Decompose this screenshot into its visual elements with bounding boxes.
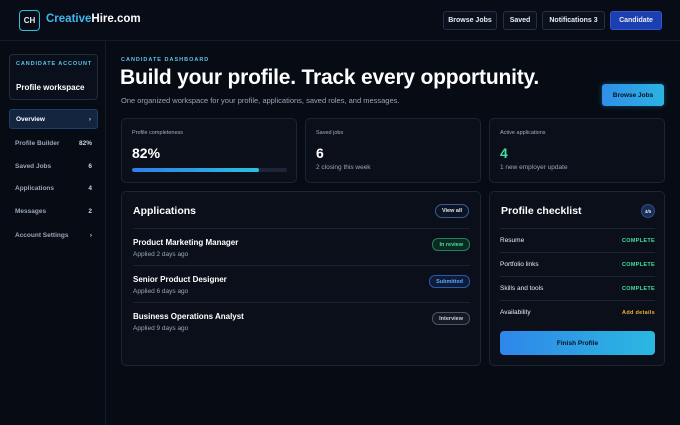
- checklist-label: Portfolio links: [500, 261, 539, 268]
- nav-browse-jobs-button[interactable]: Browse Jobs: [443, 11, 497, 30]
- stat-subtext: 1 new employer update: [500, 164, 568, 171]
- logo-icon[interactable]: CH: [19, 10, 40, 31]
- browse-jobs-button[interactable]: Browse Jobs: [602, 84, 664, 106]
- checklist-status: COMPLETE: [622, 261, 655, 268]
- checklist-item-availability[interactable]: Availability Add details: [500, 300, 655, 324]
- stat-label: Active applications: [500, 130, 546, 136]
- application-date: Applied 6 days ago: [133, 288, 189, 295]
- application-row[interactable]: Product Marketing Manager Applied 2 days…: [133, 228, 470, 265]
- checklist-status: COMPLETE: [622, 285, 655, 292]
- checklist-label: Skills and tools: [500, 285, 544, 292]
- stat-label: Profile completeness: [132, 130, 184, 136]
- sidebar-item-label: Messages: [15, 207, 47, 215]
- sidebar-item-account-settings[interactable]: Account Settings ›: [9, 225, 98, 245]
- stat-value: 4: [500, 145, 508, 161]
- progress-fill: [132, 168, 260, 172]
- brand-part-1: Creative: [46, 13, 92, 25]
- chevron-right-icon: ›: [89, 231, 92, 239]
- stat-card-completeness: Profile completeness 82%: [121, 118, 297, 183]
- page-subtitle: One organized workspace for your profile…: [121, 96, 400, 105]
- sidebar-item-label: Saved Jobs: [15, 162, 52, 170]
- brand-part-2: Hire.com: [91, 13, 141, 25]
- checklist-item-skills[interactable]: Skills and tools COMPLETE: [500, 276, 655, 300]
- checklist-label: Availability: [500, 309, 531, 316]
- application-date: Applied 2 days ago: [133, 251, 189, 258]
- status-badge: In review: [432, 238, 470, 251]
- stat-card-active-applications: Active applications 4 1 new employer upd…: [489, 118, 665, 183]
- account-title: Profile workspace: [16, 83, 85, 92]
- checklist-status: COMPLETE: [622, 237, 655, 244]
- nav-saved-button[interactable]: Saved: [503, 11, 537, 30]
- sidebar-item-label: Account Settings: [15, 231, 69, 239]
- account-eyebrow: CANDIDATE ACCOUNT: [16, 61, 93, 67]
- page-title: Build your profile. Track every opportun…: [120, 66, 540, 89]
- stat-subtext: 2 closing this week: [316, 164, 371, 171]
- nav-notifications-button[interactable]: Notifications 3: [542, 11, 605, 30]
- sidebar-item-overview[interactable]: Overview ›: [9, 109, 98, 129]
- chevron-right-icon: ›: [88, 115, 91, 123]
- applications-title: Applications: [133, 205, 197, 217]
- application-date: Applied 9 days ago: [133, 325, 189, 332]
- sidebar-item-label: Overview: [16, 115, 45, 123]
- brand-name[interactable]: CreativeHire.com: [46, 13, 141, 25]
- profile-checklist-panel: Profile checklist 4/5 Resume COMPLETE Po…: [489, 191, 665, 366]
- checklist-item-portfolio[interactable]: Portfolio links COMPLETE: [500, 252, 655, 276]
- application-row[interactable]: Senior Product Designer Applied 6 days a…: [133, 265, 470, 302]
- sidebar: CANDIDATE ACCOUNT Profile workspace Over…: [0, 41, 106, 425]
- stat-label: Saved jobs: [316, 130, 344, 136]
- stat-card-saved-jobs: Saved jobs 6 2 closing this week: [305, 118, 481, 183]
- checklist-item-resume[interactable]: Resume COMPLETE: [500, 228, 655, 252]
- stat-value: 82%: [132, 145, 161, 161]
- completeness-progress-bar: [132, 168, 287, 172]
- sidebar-item-label: Applications: [15, 184, 55, 192]
- checklist-title: Profile checklist: [501, 205, 582, 217]
- status-badge: Submitted: [429, 275, 470, 288]
- sidebar-item-applications[interactable]: Applications 4: [9, 178, 98, 198]
- finish-profile-button[interactable]: Finish Profile: [500, 331, 655, 355]
- sidebar-item-count: 6: [88, 162, 92, 170]
- sidebar-item-count: 2: [88, 207, 92, 215]
- account-card: CANDIDATE ACCOUNT Profile workspace: [9, 54, 98, 100]
- sidebar-item-count: 4: [88, 184, 92, 192]
- application-role: Business Operations Analyst: [133, 312, 244, 321]
- add-details-link[interactable]: Add details: [622, 310, 655, 316]
- sidebar-item-saved-jobs[interactable]: Saved Jobs 6: [9, 156, 98, 176]
- checklist-count-badge: 4/5: [641, 204, 655, 218]
- application-role: Senior Product Designer: [133, 275, 227, 284]
- application-row[interactable]: Business Operations Analyst Applied 9 da…: [133, 302, 470, 339]
- checklist-label: Resume: [500, 237, 525, 244]
- view-all-button[interactable]: View all: [435, 204, 469, 218]
- sidebar-item-messages[interactable]: Messages 2: [9, 201, 98, 221]
- stat-value: 6: [316, 145, 324, 161]
- sidebar-item-label: Profile Builder: [15, 139, 60, 147]
- sidebar-item-count: 82%: [78, 139, 92, 147]
- application-role: Product Marketing Manager: [133, 238, 239, 247]
- dashboard-eyebrow: CANDIDATE DASHBOARD: [121, 57, 210, 63]
- nav-candidate-button[interactable]: Candidate: [610, 11, 662, 30]
- applications-panel: Applications View all Product Marketing …: [121, 191, 481, 366]
- status-badge: Interview: [432, 312, 470, 325]
- top-bar: CH CreativeHire.com Browse Jobs Saved No…: [0, 0, 680, 41]
- sidebar-item-profile-builder[interactable]: Profile Builder 82%: [9, 133, 98, 153]
